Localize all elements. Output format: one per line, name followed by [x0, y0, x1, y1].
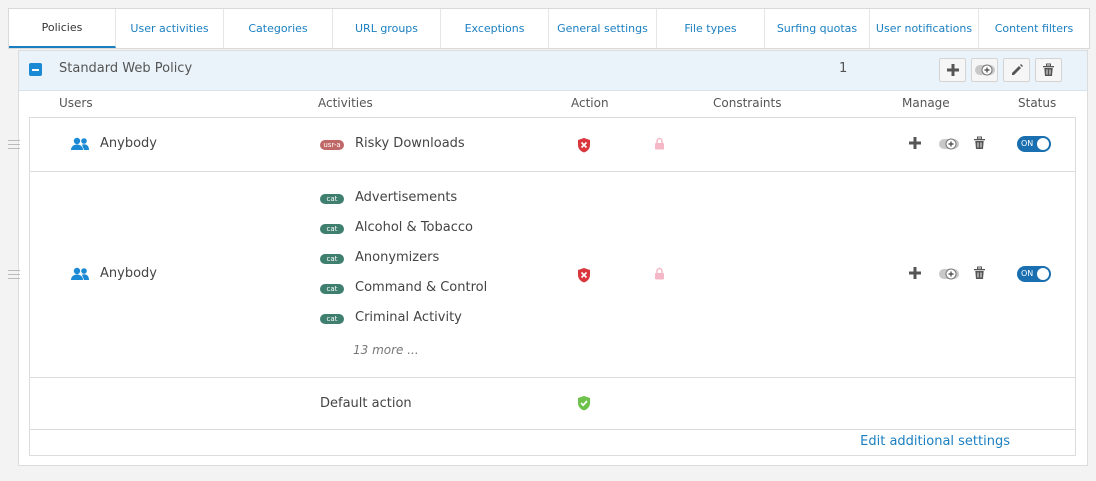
- toggle-add-icon[interactable]: [938, 137, 960, 151]
- column-activities: Activities: [318, 96, 373, 110]
- tab-bar: Policies User activities Categories URL …: [8, 8, 1090, 49]
- users-icon: [71, 137, 89, 150]
- edit-additional-settings-link[interactable]: Edit additional settings: [860, 434, 1010, 449]
- policy-header: Standard Web Policy 1: [19, 51, 1087, 91]
- lock-icon: [655, 137, 664, 150]
- tab-user-activities[interactable]: User activities: [116, 9, 224, 48]
- plus-icon[interactable]: [908, 266, 922, 280]
- plus-icon[interactable]: [908, 136, 922, 150]
- edit-policy-button[interactable]: [1003, 58, 1030, 82]
- allow-shield-icon: [578, 396, 590, 411]
- activity-label: Command & Control: [355, 280, 488, 295]
- add-rule-button[interactable]: [939, 58, 966, 82]
- column-constraints: Constraints: [713, 96, 782, 110]
- policy-name: Standard Web Policy: [59, 61, 193, 76]
- trash-icon[interactable]: [973, 136, 986, 150]
- tab-policies[interactable]: Policies: [9, 9, 116, 48]
- lock-icon: [655, 267, 664, 280]
- status-toggle[interactable]: ON: [1017, 136, 1051, 152]
- user-label: Anybody: [100, 266, 157, 281]
- activity-label: Criminal Activity: [355, 310, 462, 325]
- policy-number: 1: [839, 61, 848, 76]
- trash-icon[interactable]: [973, 266, 986, 280]
- plus-icon: [946, 64, 959, 76]
- trash-icon: [1043, 63, 1054, 76]
- activity-tag: cat: [320, 254, 344, 264]
- block-shield-icon: [578, 268, 590, 283]
- tab-exceptions[interactable]: Exceptions: [441, 9, 549, 48]
- activity-label: Alcohol & Tobacco: [355, 220, 473, 235]
- tab-user-notifications[interactable]: User notifications: [870, 9, 979, 48]
- policy-panel: Standard Web Policy 1 Users Activities A…: [8, 50, 1088, 466]
- collapse-icon[interactable]: [29, 63, 42, 76]
- activity-tag: cat: [320, 314, 344, 324]
- drag-handle-icon[interactable]: [8, 140, 20, 149]
- tab-content-filters[interactable]: Content filters: [979, 9, 1089, 48]
- column-manage: Manage: [902, 96, 950, 110]
- tab-url-groups[interactable]: URL groups: [333, 9, 441, 48]
- users-icon: [71, 267, 89, 280]
- activity-label: Anonymizers: [355, 250, 440, 265]
- toggle-knob: [1037, 268, 1049, 280]
- tab-categories[interactable]: Categories: [224, 9, 333, 48]
- table-row: Anybody cat Advertisements cat Alcohol &…: [8, 172, 1075, 378]
- drag-handle-icon[interactable]: [8, 270, 20, 279]
- block-shield-icon: [578, 138, 590, 153]
- activity-label: Advertisements: [355, 190, 458, 205]
- activity-tag: usr-a: [320, 140, 344, 150]
- column-status: Status: [1018, 96, 1057, 110]
- toggle-add-icon: [974, 64, 995, 76]
- status-toggle[interactable]: ON: [1017, 266, 1051, 282]
- activity-tag: cat: [320, 284, 344, 294]
- delete-policy-button[interactable]: [1035, 58, 1062, 82]
- toggle-label: ON: [1021, 139, 1034, 148]
- pencil-icon: [1011, 64, 1023, 75]
- tab-file-types[interactable]: File types: [657, 9, 765, 48]
- default-action-label: Default action: [320, 396, 412, 411]
- activity-label: Risky Downloads: [355, 136, 465, 151]
- activity-tag: cat: [320, 224, 344, 234]
- toggle-knob: [1037, 138, 1049, 150]
- column-users: Users: [59, 96, 93, 110]
- tab-surfing-quotas[interactable]: Surfing quotas: [765, 9, 870, 48]
- tab-general-settings[interactable]: General settings: [549, 9, 657, 48]
- user-label: Anybody: [100, 136, 157, 151]
- column-action: Action: [571, 96, 609, 110]
- add-group-button[interactable]: [971, 58, 998, 82]
- toggle-label: ON: [1021, 269, 1034, 278]
- more-activities-link[interactable]: 13 more ...: [353, 343, 419, 357]
- activity-tag: cat: [320, 194, 344, 204]
- table-row: Anybody usr-a Risky Downloads ON: [8, 118, 1075, 172]
- toggle-add-icon[interactable]: [938, 267, 960, 281]
- rules-table: Anybody usr-a Risky Downloads ON Anybody…: [8, 117, 1076, 456]
- default-action-row: Default action: [30, 378, 1075, 430]
